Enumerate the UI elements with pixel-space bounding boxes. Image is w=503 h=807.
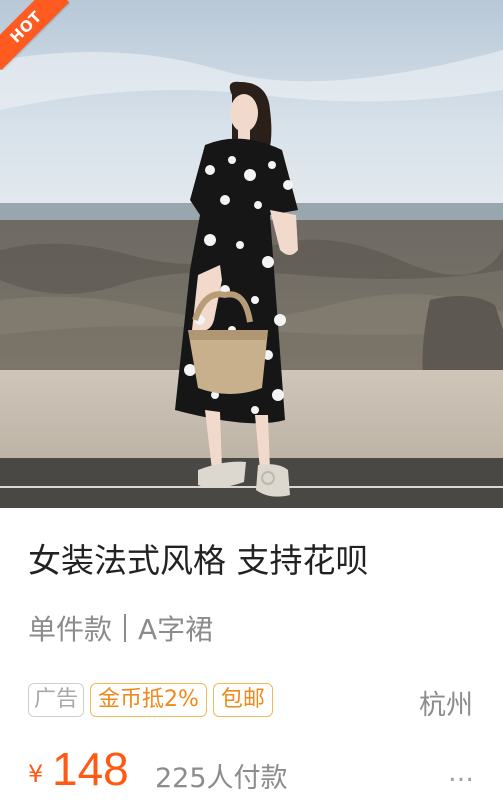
- product-tags: 广告 金币抵2% 包邮: [28, 683, 273, 717]
- ad-tag: 广告: [28, 683, 85, 717]
- product-subtitle: 单件款 A字裙: [28, 608, 213, 648]
- currency-symbol: ¥: [28, 760, 44, 788]
- product-card[interactable]: HOT 女装法式风格 支持花呗 单件款 A字裙 广告 金币抵2% 包邮 杭州 ¥ …: [0, 0, 503, 807]
- product-image[interactable]: HOT: [0, 0, 503, 508]
- hot-badge: HOT: [0, 0, 70, 70]
- hot-badge-label: HOT: [6, 7, 46, 47]
- product-photo: [0, 0, 503, 508]
- subtitle-category: A字裙: [138, 613, 214, 646]
- more-options-icon[interactable]: …: [448, 758, 475, 788]
- subtitle-style: 单件款: [28, 613, 113, 646]
- coin-discount-tag: 金币抵2%: [90, 683, 207, 717]
- sales-count: 225人付款: [155, 763, 288, 794]
- free-shipping-tag: 包邮: [212, 683, 273, 717]
- shipping-location: 杭州: [419, 690, 473, 721]
- product-title[interactable]: 女装法式风格 支持花呗: [28, 534, 369, 582]
- product-price: 148: [52, 743, 129, 795]
- subtitle-divider: [124, 614, 127, 642]
